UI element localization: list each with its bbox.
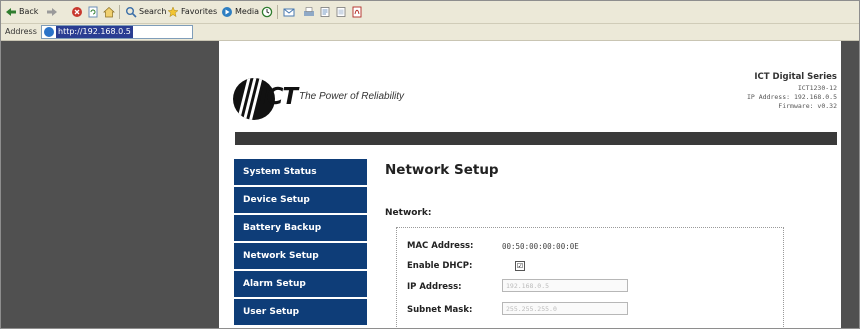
forward-button[interactable] — [46, 5, 60, 19]
refresh-button[interactable] — [87, 5, 101, 19]
print-button[interactable] — [303, 5, 317, 19]
favorites-star-icon — [167, 5, 179, 18]
nav-item-network-setup[interactable]: Network Setup — [234, 243, 367, 269]
edit-button[interactable] — [319, 5, 333, 19]
search-icon — [125, 6, 137, 18]
pdf-icon — [351, 6, 363, 18]
back-label: Back — [19, 7, 39, 16]
favorites-button[interactable]: Favorites — [167, 5, 217, 19]
home-icon — [103, 6, 115, 18]
brand-tagline: The Power of Reliability — [299, 91, 405, 102]
search-label: Search — [139, 7, 167, 16]
network-fieldset: MAC Address: 00:50:00:00:00:0E Enable DH… — [396, 227, 784, 328]
edit-icon — [319, 6, 331, 18]
subnet-mask-label: Subnet Mask: — [407, 305, 473, 315]
address-input[interactable]: http://192.168.0.5 — [41, 25, 193, 39]
toolbar-separator — [119, 5, 120, 19]
media-icon — [221, 6, 233, 18]
browser-toolbar: Back Search Favorites Media — [1, 1, 859, 24]
forward-arrow-icon — [46, 6, 58, 18]
nav-item-alarm-setup[interactable]: Alarm Setup — [234, 271, 367, 297]
nav-item-system-status[interactable]: System Status — [234, 159, 367, 185]
model-number: ICT1230-12 — [797, 84, 837, 92]
stop-icon — [71, 6, 83, 18]
side-navigation: System Status Device Setup Battery Backu… — [234, 159, 367, 327]
history-icon — [261, 6, 273, 18]
mail-icon — [283, 6, 295, 18]
back-arrow-icon — [5, 6, 17, 18]
nav-item-device-setup[interactable]: Device Setup — [234, 187, 367, 213]
subnet-mask-input[interactable]: 255.255.255.0 — [502, 302, 628, 315]
web-page: ICT The Power of Reliability ICT Digital… — [219, 41, 841, 328]
firmware-info: Firmware: v0.32 — [778, 102, 837, 110]
discuss-icon — [335, 6, 347, 18]
browser-window: Back Search Favorites Media Address http… — [0, 0, 860, 329]
enable-dhcp-label: Enable DHCP: — [407, 261, 473, 271]
page-title: Network Setup — [385, 162, 499, 178]
address-url: http://192.168.0.5 — [56, 26, 133, 38]
mac-address-value: 00:50:00:00:00:0E — [502, 242, 579, 251]
stop-button[interactable] — [71, 5, 85, 19]
header-divider-band — [235, 132, 837, 145]
refresh-icon — [87, 6, 99, 18]
ip-address-input[interactable]: 192.168.0.5 — [502, 279, 628, 292]
nav-item-user-setup[interactable]: User Setup — [234, 299, 367, 325]
pdf-button[interactable] — [351, 5, 365, 19]
brand-logo-text: ICT — [259, 84, 298, 110]
checkmark-icon: ☑ — [516, 262, 524, 270]
mail-button[interactable] — [283, 5, 297, 19]
toolbar-separator — [277, 5, 278, 19]
product-series: ICT Digital Series — [754, 72, 837, 82]
favorites-label: Favorites — [181, 7, 218, 16]
discuss-button[interactable] — [335, 5, 349, 19]
address-bar: Address http://192.168.0.5 — [1, 24, 859, 41]
page-icon — [44, 27, 54, 37]
home-button[interactable] — [103, 5, 117, 19]
section-heading-network: Network: — [385, 208, 432, 218]
print-icon — [303, 6, 315, 18]
history-button[interactable] — [261, 5, 275, 19]
mac-address-label: MAC Address: — [407, 241, 474, 251]
ip-address-label: IP Address: — [407, 282, 462, 292]
nav-item-battery-backup[interactable]: Battery Backup — [234, 215, 367, 241]
ip-address-info: IP Address: 192.168.0.5 — [746, 93, 837, 101]
media-label: Media — [235, 7, 260, 16]
search-button[interactable]: Search — [125, 5, 166, 19]
media-button[interactable]: Media — [221, 5, 259, 19]
address-label: Address — [5, 27, 37, 36]
back-button[interactable]: Back — [5, 5, 38, 19]
enable-dhcp-checkbox[interactable]: ☑ — [515, 261, 525, 271]
browser-viewport: ICT The Power of Reliability ICT Digital… — [1, 41, 859, 328]
